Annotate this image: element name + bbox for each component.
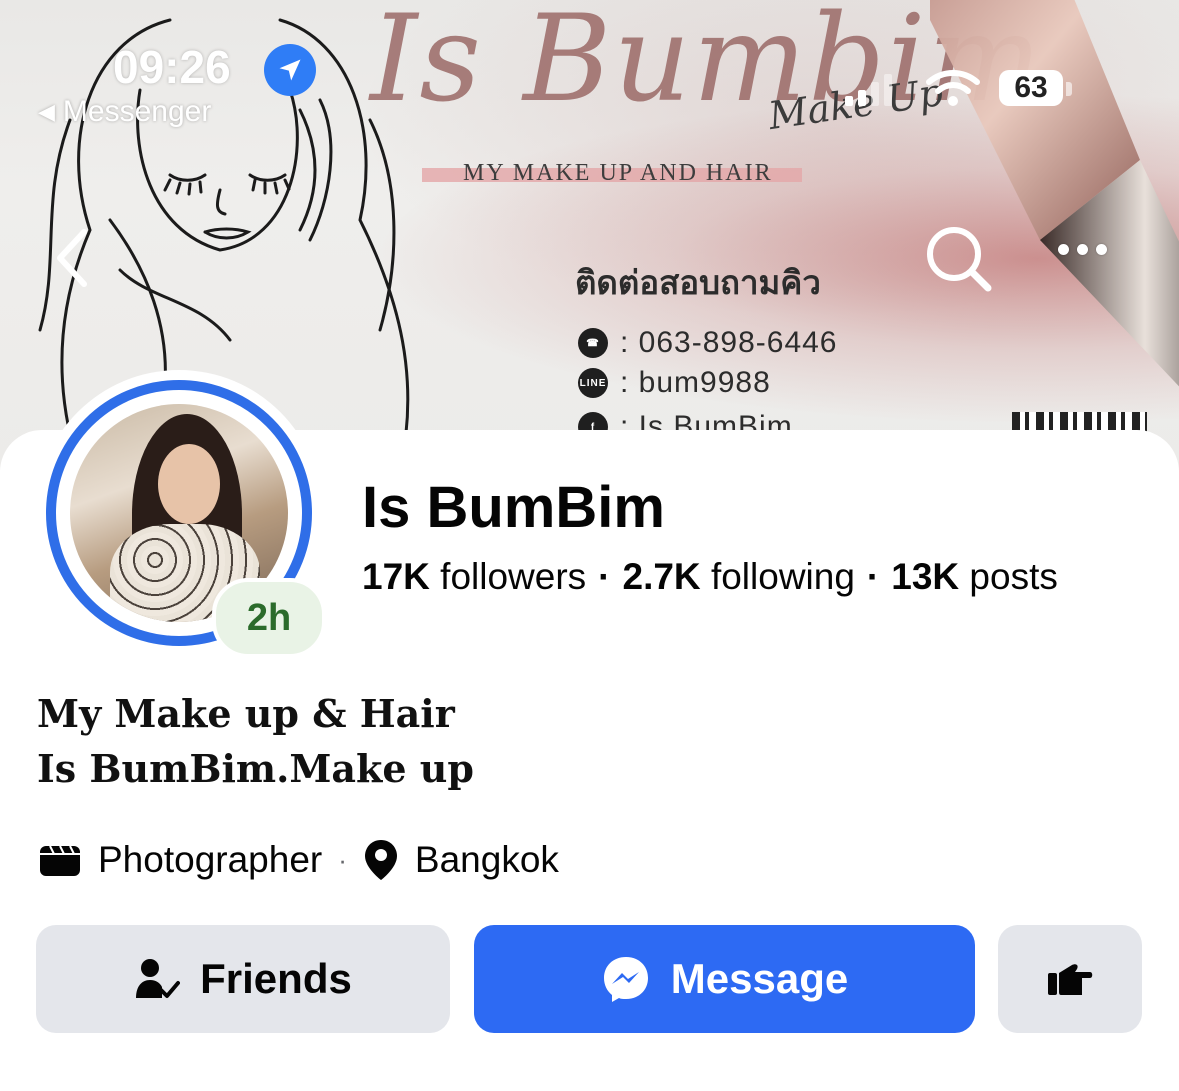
stat-separator: ·	[598, 556, 611, 597]
location-pin-icon	[364, 840, 397, 880]
category-label[interactable]: Photographer	[98, 839, 322, 881]
back-to-messenger[interactable]: ◀ Messenger	[38, 95, 211, 129]
bio-line: Is BumBim.Make up	[37, 746, 474, 791]
posts-count: 13K	[891, 556, 960, 597]
friends-button[interactable]: Friends	[36, 925, 450, 1033]
pointing-hand-icon	[1048, 964, 1093, 995]
profile-stats: 17K followers · 2.7K following · 13K pos…	[362, 556, 1058, 598]
battery-indicator: 63	[999, 70, 1063, 106]
cover-phone: : 063-898-6446	[620, 326, 838, 359]
back-chevron-icon[interactable]	[52, 226, 92, 290]
meta-separator: ·	[338, 844, 347, 875]
phone-icon: ☎	[578, 328, 608, 358]
cover-tagline: MY MAKE UP AND HAIR	[463, 160, 773, 186]
friends-check-icon	[136, 959, 181, 998]
story-age-badge: 2h	[212, 578, 326, 658]
followers-count: 17K	[362, 556, 430, 597]
following-count: 2.7K	[622, 556, 701, 597]
cover-contact-title: ติดต่อสอบถามคิว	[575, 263, 821, 302]
cover-line-id: : bum9988	[620, 366, 771, 399]
profile-meta: Photographer · Bangkok	[38, 838, 559, 882]
followers-stat[interactable]: 17K followers	[362, 556, 586, 598]
message-label: Message	[670, 955, 849, 1002]
bio-line: My Make up & Hair	[37, 691, 455, 736]
cover-phone-row: ☎ : 063-898-6446	[578, 326, 838, 360]
following-label: following	[710, 556, 855, 597]
category-icon	[40, 845, 80, 876]
messenger-icon	[603, 957, 648, 1002]
followers-label: followers	[440, 556, 587, 597]
line-icon: LINE	[578, 368, 608, 398]
wifi-icon	[926, 70, 980, 106]
back-app-label: Messenger	[62, 95, 212, 128]
following-stat[interactable]: 2.7K following	[623, 556, 855, 598]
status-time: 09:26	[113, 41, 231, 93]
more-options-icon[interactable]	[1058, 244, 1107, 255]
message-button[interactable]: Message	[474, 925, 975, 1033]
poke-button[interactable]	[998, 925, 1142, 1033]
stat-separator: ·	[866, 556, 880, 597]
profile-name: Is BumBim	[362, 475, 665, 540]
friends-label: Friends	[200, 955, 352, 1002]
profile-bio: My Make up & Hair Is BumBim.Make up	[37, 686, 474, 796]
back-triangle-icon: ◀	[38, 99, 55, 124]
location-label[interactable]: Bangkok	[415, 839, 559, 881]
posts-stat: 13K posts	[891, 556, 1058, 598]
posts-label: posts	[969, 556, 1058, 597]
search-icon[interactable]	[922, 222, 994, 294]
cellular-signal-icon	[845, 74, 892, 106]
location-arrow-icon	[264, 44, 316, 96]
cover-line-row: LINE : bum9988	[578, 366, 771, 400]
battery-tip	[1066, 82, 1072, 96]
